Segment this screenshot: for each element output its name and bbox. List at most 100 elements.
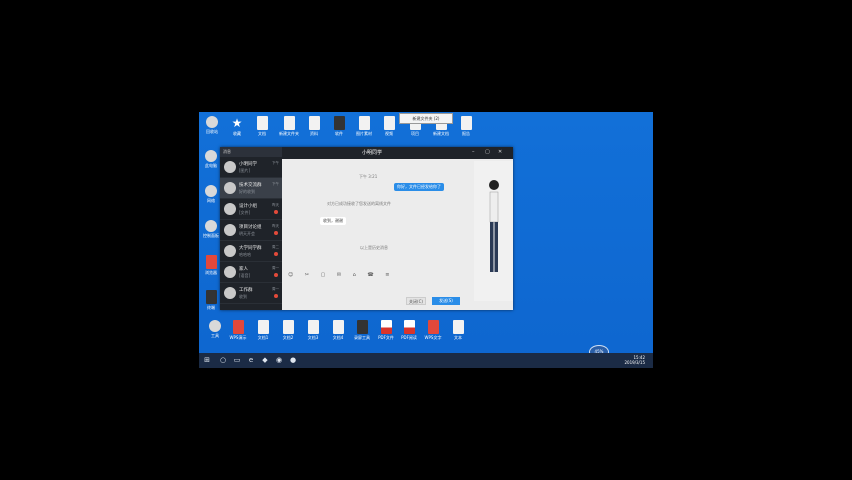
pdf-icon — [380, 320, 392, 334]
file-icon — [308, 116, 320, 130]
desktop-shortcut[interactable]: 资料 — [303, 116, 325, 136]
conversation-time: 下午 — [272, 161, 279, 165]
profile-figure-image — [489, 180, 499, 272]
close-chat-button[interactable]: 关闭(C) — [406, 297, 426, 305]
system-clock[interactable]: 15:42 2019/3/15 — [624, 355, 645, 365]
desktop-shortcut-label: 视频 — [385, 131, 393, 136]
desktop-shortcut[interactable]: 控制面板 — [200, 220, 222, 238]
desktop-shortcut[interactable]: 报告 — [455, 116, 477, 136]
desktop-shortcut-label: 报告 — [462, 131, 470, 136]
file-icon — [358, 116, 370, 130]
conversation-time: 周二 — [272, 245, 279, 249]
desktop-shortcut[interactable]: 文档2 — [277, 320, 299, 340]
desktop-shortcut[interactable]: 文档4 — [327, 320, 349, 340]
conversation-name: 家人 — [239, 267, 248, 272]
desktop-shortcut-label: PDF文件 — [378, 335, 394, 340]
desktop-shortcut[interactable]: WPS文字 — [422, 320, 444, 340]
clock-date: 2019/3/15 — [624, 360, 645, 365]
desktop-shortcut-label: PDF阅读 — [401, 335, 417, 340]
desktop-shortcut-label: 网络 — [207, 198, 215, 203]
minimize-icon[interactable]: – — [472, 149, 475, 155]
input-toolbar[interactable]: ☺ ✂ ▢ ✉ ⌂ ☎ ≡ — [288, 272, 394, 278]
desktop-shortcut-label: 文档4 — [332, 335, 344, 340]
desktop-shortcut[interactable]: PDF文件 — [375, 320, 397, 340]
desktop-shortcut-label: 项目 — [411, 131, 419, 136]
desktop-shortcut[interactable]: 网络 — [200, 185, 222, 203]
conversation-item[interactable]: 大学同学群 哈哈哈 周二 — [220, 241, 282, 262]
close-icon[interactable]: ✕ — [498, 149, 502, 155]
star-icon: ★ — [231, 116, 243, 130]
file-icon — [282, 320, 294, 334]
desktop-shortcut[interactable]: 工具 — [204, 320, 226, 338]
maximize-icon[interactable]: ▢ — [485, 149, 490, 155]
desktop-shortcut[interactable]: 浏览器 — [200, 255, 222, 275]
desktop-shortcut[interactable]: 文档1 — [252, 320, 274, 340]
desktop-shortcut[interactable]: 图片素材 — [353, 116, 375, 136]
start-button[interactable]: ⊞ — [203, 356, 211, 364]
message-timestamp: 下午 3:21 — [359, 174, 378, 179]
conversation-name: 技术交流群 — [239, 183, 262, 188]
taskbar-app-icon[interactable]: ○ — [219, 356, 227, 364]
conversation-list-header: 消息 — [220, 147, 282, 157]
avatar — [224, 203, 236, 215]
desktop-shortcut[interactable]: 此电脑 — [200, 150, 222, 168]
recycle-bin-icon — [206, 116, 218, 128]
conversation-name: 项目讨论组 — [239, 225, 262, 230]
desktop-shortcut[interactable]: 文档3 — [302, 320, 324, 340]
conversation-item[interactable]: 家人 [语音] 周一 — [220, 262, 282, 283]
file-icon — [332, 320, 344, 334]
conversation-preview: 好的收到 — [239, 189, 255, 194]
desktop-shortcut-label: 图片素材 — [356, 131, 372, 136]
file-icon — [460, 116, 472, 130]
taskbar-app-icon[interactable]: ◉ — [275, 356, 283, 364]
desktop-shortcut-label: 文档 — [258, 131, 266, 136]
conversation-preview: [语音] — [239, 273, 251, 278]
unread-dot — [274, 294, 278, 298]
desktop-shortcut-label: 新建文档 — [433, 131, 449, 136]
conversation-list: 消息 小明同学 [图片] 下午 技术交流群 好的收到 下午 设计小组 [文件] 昨天 项目讨论组明… — [220, 147, 282, 310]
desktop-shortcut-label: WPS文字 — [424, 335, 442, 340]
taskbar-app-icon[interactable]: ◆ — [261, 356, 269, 364]
taskbar-app-icon[interactable]: e — [247, 356, 255, 364]
taskbar-app-icon[interactable]: ▭ — [233, 356, 241, 364]
conversation-preview: [文件] — [239, 210, 251, 215]
desktop-shortcut-label: 文档3 — [307, 335, 319, 340]
desktop-shortcut[interactable]: WPS演示 — [227, 320, 249, 340]
file-icon — [452, 320, 464, 334]
wps-icon — [427, 320, 439, 334]
taskbar: ⊞ ○ ▭ e ◆ ◉ ● 15:42 2019/3/15 — [199, 353, 653, 368]
conversation-time: 周一 — [272, 287, 279, 291]
tool-icon — [209, 320, 221, 332]
desktop-shortcut[interactable]: ★ 收藏 — [226, 116, 248, 136]
conversation-item[interactable]: 设计小组 [文件] 昨天 — [220, 199, 282, 220]
desktop-shortcut[interactable]: 文档 — [251, 116, 273, 136]
qq-window[interactable]: 消息 小明同学 [图片] 下午 技术交流群 好的收到 下午 设计小组 [文件] 昨天 项目讨论组明… — [220, 147, 513, 310]
conversation-time: 周一 — [272, 266, 279, 270]
conversation-item[interactable]: 项目讨论组 明天开会 昨天 — [220, 220, 282, 241]
desktop-shortcut-label: 资料 — [310, 131, 318, 136]
desktop-shortcut[interactable]: 回收站 — [201, 116, 223, 134]
contact-profile-panel — [474, 161, 513, 301]
desktop-shortcut-label: 控制面板 — [203, 233, 219, 238]
conversation-item[interactable]: 工作群 收到 周一 — [220, 283, 282, 304]
desktop-shortcut[interactable]: 文本 — [447, 320, 469, 340]
desktop-shortcut[interactable]: 录屏工具 — [351, 320, 373, 340]
desktop-shortcut[interactable]: 终端 — [200, 290, 222, 310]
desktop-shortcut[interactable]: 软件 — [328, 116, 350, 136]
desktop-shortcut[interactable]: PDF阅读 — [398, 320, 420, 340]
desktop-shortcut-label: 收藏 — [233, 131, 241, 136]
conversation-preview: 哈哈哈 — [239, 252, 251, 257]
conversation-name: 大学同学群 — [239, 246, 262, 251]
desktop-shortcut[interactable]: 视频 — [378, 116, 400, 136]
desktop-shortcut[interactable]: 新建文件夹 — [278, 116, 300, 136]
taskbar-app-icon[interactable]: ● — [289, 356, 297, 364]
conversation-item[interactable]: 技术交流群 好的收到 下午 — [220, 178, 282, 199]
unread-dot — [274, 252, 278, 256]
recorder-icon — [356, 320, 368, 334]
conversation-name: 小明同学 — [239, 162, 257, 167]
control-panel-icon — [205, 220, 217, 232]
desktop-shortcut-label: 终端 — [207, 305, 215, 310]
conversation-item[interactable]: 小明同学 [图片] 下午 — [220, 157, 282, 178]
send-button[interactable]: 发送(S) — [432, 297, 460, 305]
avatar — [224, 287, 236, 299]
